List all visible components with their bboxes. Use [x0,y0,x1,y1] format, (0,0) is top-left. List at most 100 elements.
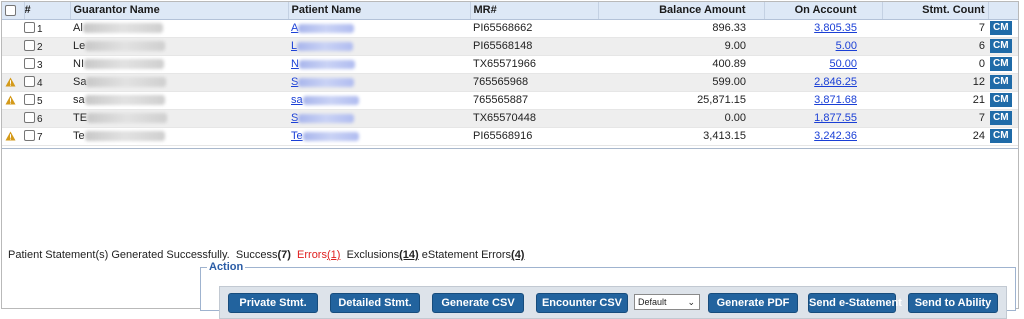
cm-cell[interactable]: CM [988,37,1018,56]
table-row[interactable]: 1 Al A PI65568662 896.33 3,805.35 7 CM [2,19,1018,38]
errors-count[interactable]: (1) [327,249,340,261]
select-cell[interactable]: 3 [24,55,70,74]
table-row[interactable]: 4 Sa S 765565968 599.00 2,846.25 12 CM [2,73,1018,92]
table-row[interactable]: 6 TE S TX65570448 0.00 1,877.55 7 CM [2,109,1018,128]
on-account-link[interactable]: 2,846.25 [814,76,857,88]
on-account-link[interactable]: 50.00 [829,58,857,70]
private-stmt-button[interactable]: Private Stmt. [228,293,318,313]
select-cell[interactable]: 2 [24,37,70,56]
cm-cell[interactable]: CM [988,127,1018,146]
on-account-cell[interactable]: 3,242.36 [764,127,882,146]
cm-button[interactable]: CM [990,111,1012,125]
on-account-cell[interactable]: 1,877.55 [764,109,882,128]
cm-button[interactable]: CM [990,39,1012,53]
cm-cell[interactable]: CM [988,19,1018,38]
patient-name-header[interactable]: Patient Name [288,2,471,20]
table-row[interactable]: 5 sa sa 765565887 25,871.15 3,871.68 21 CM [2,91,1018,110]
statement-table: # Guarantor Name Patient Name MR# Balanc… [2,2,1018,146]
row-checkbox[interactable] [24,39,35,51]
row-index: 3 [37,60,43,71]
cm-button[interactable]: CM [990,129,1012,143]
on-account-cell[interactable]: 3,871.68 [764,91,882,110]
patient-name-link[interactable]: S [291,112,298,124]
select-cell[interactable]: 5 [24,91,70,110]
patient-name-link[interactable]: Te [291,130,303,142]
cm-cell[interactable]: CM [988,73,1018,92]
patient-name-cell[interactable]: N [288,55,470,74]
table-row[interactable]: 3 NI N TX65571966 400.89 50.00 0 CM [2,55,1018,74]
select-all-header[interactable] [2,2,25,20]
select-all-checkbox[interactable] [5,4,16,16]
on-account-cell[interactable]: 50.00 [764,55,882,74]
on-account-cell[interactable]: 5.00 [764,37,882,56]
estatement-errors-summary[interactable]: eStatement Errors(4) [422,249,525,261]
exclusions-summary[interactable]: Exclusions(14) [347,249,419,261]
row-checkbox[interactable] [24,93,35,105]
patient-name-cell[interactable]: Te [288,127,470,146]
on-account-link[interactable]: 3,871.68 [814,94,857,106]
mr-header[interactable]: MR# [470,2,599,20]
table-row[interactable]: 7 Te Te PI65568916 3,413.15 3,242.36 24 CM [2,127,1018,146]
mr-cell: TX65571966 [470,55,598,74]
patient-name-cell[interactable]: sa [288,91,470,110]
row-checkbox[interactable] [24,21,35,33]
cm-cell[interactable]: CM [988,91,1018,110]
patient-name-cell[interactable]: L [288,37,470,56]
select-cell[interactable]: 1 [24,19,70,38]
status-line: Patient Statement(s) Generated Successfu… [8,249,524,261]
patient-name-link[interactable]: A [291,22,298,34]
on-account-header[interactable]: On Account [764,2,883,20]
balance-amount-header[interactable]: Balance Amount [598,2,765,20]
warning-cell [2,37,24,56]
balance-amount-cell: 25,871.15 [598,91,764,110]
guarantor-name: NI [73,58,84,70]
select-cell[interactable]: 7 [24,127,70,146]
send-to-ability-button[interactable]: Send to Ability [908,293,998,313]
template-select[interactable]: Default ⌄ [634,294,700,310]
on-account-cell[interactable]: 2,846.25 [764,73,882,92]
cm-cell[interactable]: CM [988,55,1018,74]
detailed-stmt-button[interactable]: Detailed Stmt. [330,293,420,313]
balance-amount-cell: 3,413.15 [598,127,764,146]
patient-name-link[interactable]: S [291,76,298,88]
cm-button[interactable]: CM [990,75,1012,89]
stmt-count-header[interactable]: Stmt. Count [882,2,989,20]
redacted-guarantor-name [84,95,165,106]
action-toolbar: Private Stmt. Detailed Stmt. Generate CS… [219,286,1007,319]
statement-panel: # Guarantor Name Patient Name MR# Balanc… [1,1,1019,319]
cm-button[interactable]: CM [990,93,1012,107]
cm-button[interactable]: CM [990,57,1012,71]
guarantor-name-header[interactable]: Guarantor Name [70,2,289,20]
guarantor-name: sa [73,94,85,106]
patient-name-link[interactable]: N [291,58,299,70]
patient-name-cell[interactable]: A [288,19,470,38]
patient-name-link[interactable]: sa [291,94,303,106]
row-checkbox[interactable] [24,111,35,123]
row-checkbox[interactable] [24,75,35,87]
table-row[interactable]: 2 Le L PI65568148 9.00 5.00 6 CM [2,37,1018,56]
on-account-cell[interactable]: 3,805.35 [764,19,882,38]
errors-summary[interactable]: Errors(1) [297,249,340,261]
index-header: # [24,2,71,20]
on-account-link[interactable]: 1,877.55 [814,112,857,124]
stmt-count-cell: 24 [882,127,988,146]
generate-csv-button[interactable]: Generate CSV [432,293,524,313]
cm-cell[interactable]: CM [988,109,1018,128]
row-checkbox[interactable] [24,57,35,69]
patient-name-cell[interactable]: S [288,73,470,92]
cm-button[interactable]: CM [990,21,1012,35]
select-cell[interactable]: 4 [24,73,70,92]
on-account-link[interactable]: 3,805.35 [814,22,857,34]
encounter-csv-button[interactable]: Encounter CSV [536,293,628,313]
patient-name-cell[interactable]: S [288,109,470,128]
stmt-count-cell: 12 [882,73,988,92]
balance-amount-cell: 896.33 [598,19,764,38]
generate-pdf-button[interactable]: Generate PDF [708,293,798,313]
send-estatement-button[interactable]: Send e-Statement [808,293,902,313]
row-checkbox[interactable] [24,129,35,141]
on-account-link[interactable]: 3,242.36 [814,130,857,142]
exclusions-count[interactable]: (14) [399,249,419,261]
estatement-errors-count[interactable]: (4) [511,249,524,261]
select-cell[interactable]: 6 [24,109,70,128]
on-account-link[interactable]: 5.00 [836,40,857,52]
